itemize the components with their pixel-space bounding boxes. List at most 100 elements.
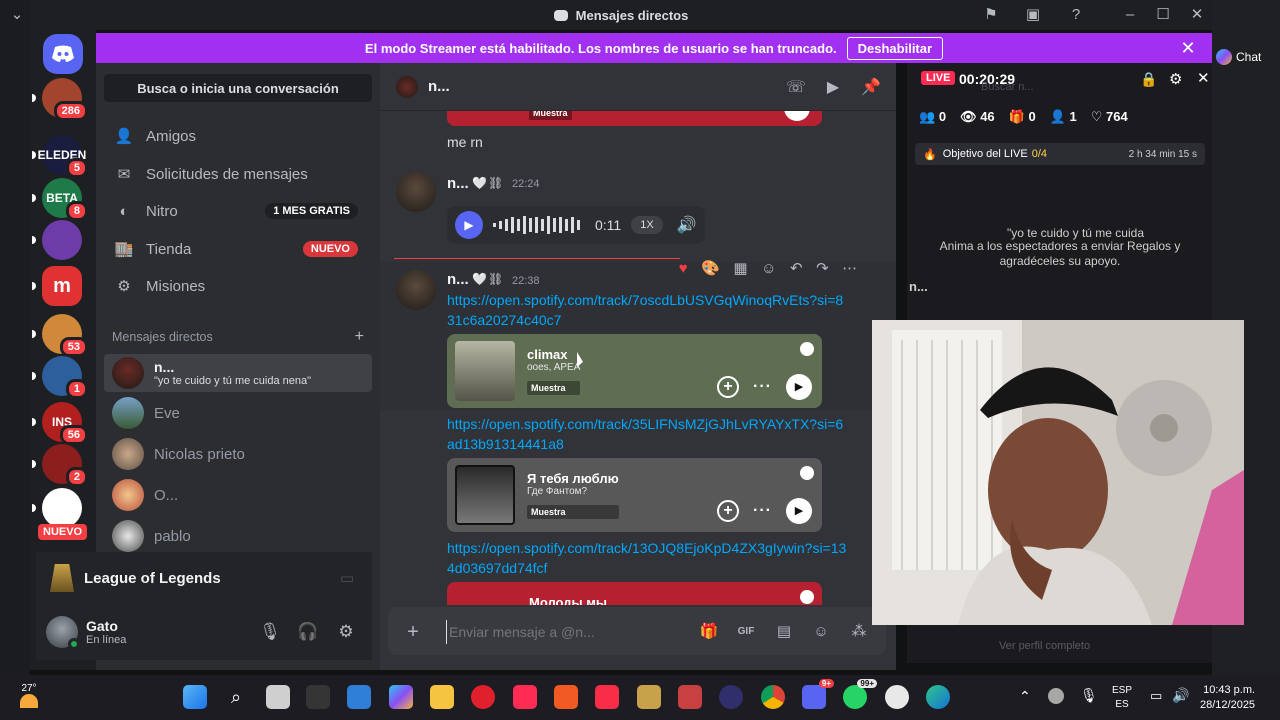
close-window-icon[interactable]: ✕ [1188,6,1206,24]
spotify-link[interactable]: https://open.spotify.com/track/13OJQ8Ejo… [447,538,847,578]
message-avatar[interactable] [396,172,436,212]
volume-icon[interactable]: 🔊 [677,215,697,235]
gift-icon[interactable]: 🎁 [698,621,720,643]
add-to-library-icon[interactable]: + [717,376,740,398]
brave-icon[interactable] [554,685,578,709]
live-close-icon[interactable]: ✕ [1197,69,1210,87]
server-icon[interactable]: INS 56 [32,402,88,445]
server-icon[interactable] [32,488,82,528]
voice-call-icon[interactable]: ☏ [786,78,806,98]
emoji-icon[interactable]: ☺ [810,621,832,643]
spotify-card[interactable]: climax ooes, APEA Muestra + ··· ▶ [447,334,822,408]
league-icon[interactable] [637,685,661,709]
server-icon[interactable]: 53 [32,314,88,357]
view-profile-link[interactable]: Ver perfil completo [999,640,1090,652]
chat-button[interactable]: Chat [1216,46,1276,68]
help-icon[interactable]: ? [1067,6,1085,24]
headphones-icon[interactable]: 🎧 [290,614,326,650]
search-icon[interactable]: ⌕ [224,685,248,709]
spotify-link[interactable]: https://open.spotify.com/track/7oscdLbUS… [447,290,847,330]
heart-reaction-icon[interactable]: ♥ [679,260,688,277]
server-icon[interactable]: m [32,266,82,306]
palette-reaction-icon[interactable]: 🎨 [701,259,720,277]
network-icon[interactable]: ▭ [1150,688,1162,704]
lock-icon[interactable]: 🔒 [1140,71,1157,88]
edge-icon[interactable] [926,685,950,709]
message-input[interactable] [446,620,686,644]
windows-start-icon[interactable] [183,685,207,709]
microphone-icon[interactable]: 🎙 [252,614,288,650]
copilot-app-icon[interactable] [389,685,413,709]
media-player-icon[interactable] [885,685,909,709]
minimize-icon[interactable]: – [1121,6,1139,24]
language-indicator[interactable]: ESP ES [1112,684,1132,712]
spotify-card[interactable]: Я тебя люблю Где Фантом? Muestra + ··· ▶ [447,458,822,532]
dm-item[interactable]: O... [104,476,372,514]
reply-icon[interactable]: ↶ [790,259,803,277]
attach-plus-icon[interactable]: + [402,621,424,643]
settings-gear-icon[interactable]: ⚙ [328,614,364,650]
discord-home-button[interactable] [43,34,83,74]
obs-icon[interactable] [719,685,743,709]
play-voice-button[interactable]: ▶ [455,211,483,239]
spotify-link[interactable]: https://open.spotify.com/track/35LIFNsMZ… [447,414,847,454]
tray-app-icon[interactable] [1048,688,1064,704]
chevron-down-icon[interactable]: ⌄ [8,6,26,24]
copilot-icon[interactable] [306,685,330,709]
more-options-icon[interactable]: ⋯ [842,259,857,277]
game-icon[interactable] [678,685,702,709]
file-explorer-icon[interactable] [430,685,454,709]
sticker-icon[interactable]: ▤ [773,621,795,643]
maximize-icon[interactable]: ☐ [1154,6,1172,24]
microphone-tray-icon[interactable]: 🎙 [1080,687,1098,704]
activity-panel[interactable]: League of Legends ▭ [36,552,372,604]
dm-item-active[interactable]: n... "yo te cuido y tú me cuida nena" [104,354,372,392]
server-icon[interactable]: 286 [32,78,88,121]
pin-icon[interactable]: 📌 [861,78,881,98]
more-icon[interactable]: ··· [753,378,772,396]
music-icon[interactable] [595,685,619,709]
opera-icon[interactable] [471,685,495,709]
screen-share-icon[interactable]: ▭ [340,569,354,587]
server-icon[interactable]: ELEDEN 5 [32,135,88,178]
play-icon[interactable]: ▶ [786,498,812,524]
task-view-icon[interactable] [266,685,290,709]
add-reaction-icon[interactable]: ☺ [761,260,776,277]
more-icon[interactable]: ··· [753,502,772,520]
forward-icon[interactable]: ↷ [816,259,829,277]
playback-speed-button[interactable]: 1X [631,216,663,234]
add-to-library-icon[interactable]: + [717,500,740,522]
flag-icon[interactable]: ⚑ [982,6,1000,24]
message-avatar[interactable] [396,270,436,310]
server-icon[interactable]: BETA 8 [32,178,88,221]
banner-close-icon[interactable]: ✕ [1178,38,1198,58]
video-call-icon[interactable]: ▶ [823,78,843,98]
message-author[interactable]: n... [447,175,469,192]
apps-icon[interactable]: ⁂ [848,621,870,643]
search-conversation-button[interactable]: Busca o inicia una conversación [104,74,372,102]
dm-item[interactable]: Eve [104,394,372,432]
discord-taskbar-icon[interactable]: 9+ [802,679,834,709]
weather-widget[interactable]: 27° [20,683,38,708]
create-dm-icon[interactable]: + [355,329,364,345]
sidebar-item-message-requests[interactable]: ✉ Solicitudes de mensajes [104,157,372,191]
inbox-icon[interactable]: ▣ [1024,6,1042,24]
message-author[interactable]: n... [447,271,469,288]
live-search[interactable]: Buscar n... [981,81,1034,93]
chrome-icon[interactable] [761,685,785,709]
tray-chevron-icon[interactable]: ⌃ [1019,688,1031,705]
dm-item[interactable]: Nicolas prieto [104,435,372,473]
user-avatar[interactable] [46,616,80,650]
server-icon[interactable]: 1 [32,356,88,399]
clock[interactable]: 10:43 p.m. 28/12/2025 [1200,683,1255,713]
server-icon[interactable]: 2 [32,444,88,487]
disable-streamer-mode-button[interactable]: Deshabilitar [846,36,944,60]
live-settings-icon[interactable]: ⚙ [1169,70,1182,88]
tiktok-icon[interactable] [513,685,537,709]
sidebar-item-quests[interactable]: ⚙ Misiones [104,269,372,303]
whatsapp-icon[interactable]: 99+ [843,679,877,709]
dm-item[interactable]: pablo [104,517,372,555]
gif-icon[interactable]: GIF [735,621,757,643]
volume-tray-icon[interactable]: 🔊 [1172,687,1189,704]
sticker-reaction-icon[interactable]: ▦ [733,259,747,277]
